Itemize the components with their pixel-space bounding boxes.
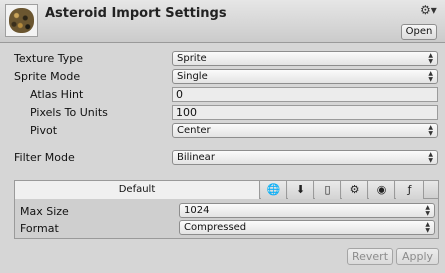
gear-icon[interactable]: ⚙▾ <box>420 4 438 16</box>
max-size-dropdown[interactable]: 1024 ▲ ▼ <box>179 203 435 218</box>
asteroid-thumbnail <box>5 4 38 37</box>
sprite-mode-value: Single <box>177 71 208 82</box>
tab-default[interactable]: Default <box>15 181 260 199</box>
texture-type-dropdown[interactable]: Sprite ▲ ▼ <box>172 51 438 66</box>
pixels-to-units-input[interactable]: 100 <box>172 105 438 120</box>
pivot-label: Pivot <box>30 124 58 137</box>
inspector-header: Asteroid Import Settings ⚙▾ Open <box>0 0 445 43</box>
asteroid-image <box>9 8 34 33</box>
filter-mode-dropdown[interactable]: Bilinear ▲ ▼ <box>172 150 438 165</box>
blackberry-icon[interactable]: ◉ <box>369 181 395 199</box>
apply-button[interactable]: Apply <box>396 248 439 265</box>
atlas-hint-label: Atlas Hint <box>30 88 84 101</box>
format-value: Compressed <box>184 222 247 233</box>
format-dropdown[interactable]: Compressed ▲ ▼ <box>179 220 435 235</box>
sprite-mode-dropdown[interactable]: Single ▲ ▼ <box>172 69 438 84</box>
filter-mode-value: Bilinear <box>177 152 215 163</box>
dropdown-arrows-icon: ▲ ▼ <box>425 221 430 234</box>
dropdown-arrows-icon: ▲ ▼ <box>428 70 433 83</box>
dropdown-arrows-icon: ▲ ▼ <box>428 52 433 65</box>
revert-button[interactable]: Revert <box>347 248 393 265</box>
platform-tab-bar: Default 🌐 ⬇ ▯ ⚙ ◉ ƒ <box>15 181 438 199</box>
format-label: Format <box>20 222 59 235</box>
globe-icon[interactable]: 🌐 <box>261 181 287 199</box>
sprite-mode-label: Sprite Mode <box>14 70 81 83</box>
open-button[interactable]: Open <box>401 24 437 40</box>
max-size-value: 1024 <box>184 205 210 216</box>
texture-type-value: Sprite <box>177 53 207 64</box>
dropdown-arrows-icon: ▲ ▼ <box>425 204 430 217</box>
dropdown-arrows-icon: ▲ ▼ <box>428 124 433 137</box>
platform-settings-panel: Default 🌐 ⬇ ▯ ⚙ ◉ ƒ Max Size 1024 ▲ ▼ For… <box>14 180 439 239</box>
pivot-value: Center <box>177 125 211 136</box>
filter-mode-label: Filter Mode <box>14 151 75 164</box>
download-icon[interactable]: ⬇ <box>288 181 314 199</box>
page-title: Asteroid Import Settings <box>45 6 227 21</box>
dropdown-arrows-icon: ▲ ▼ <box>428 151 433 164</box>
pivot-dropdown[interactable]: Center ▲ ▼ <box>172 123 438 138</box>
max-size-label: Max Size <box>20 205 69 218</box>
android-icon[interactable]: ⚙ <box>342 181 368 199</box>
atlas-hint-input[interactable]: 0 <box>172 87 438 102</box>
flash-icon[interactable]: ƒ <box>396 181 424 199</box>
phone-icon[interactable]: ▯ <box>315 181 341 199</box>
texture-type-label: Texture Type <box>14 52 84 65</box>
pixels-to-units-label: Pixels To Units <box>30 106 108 119</box>
